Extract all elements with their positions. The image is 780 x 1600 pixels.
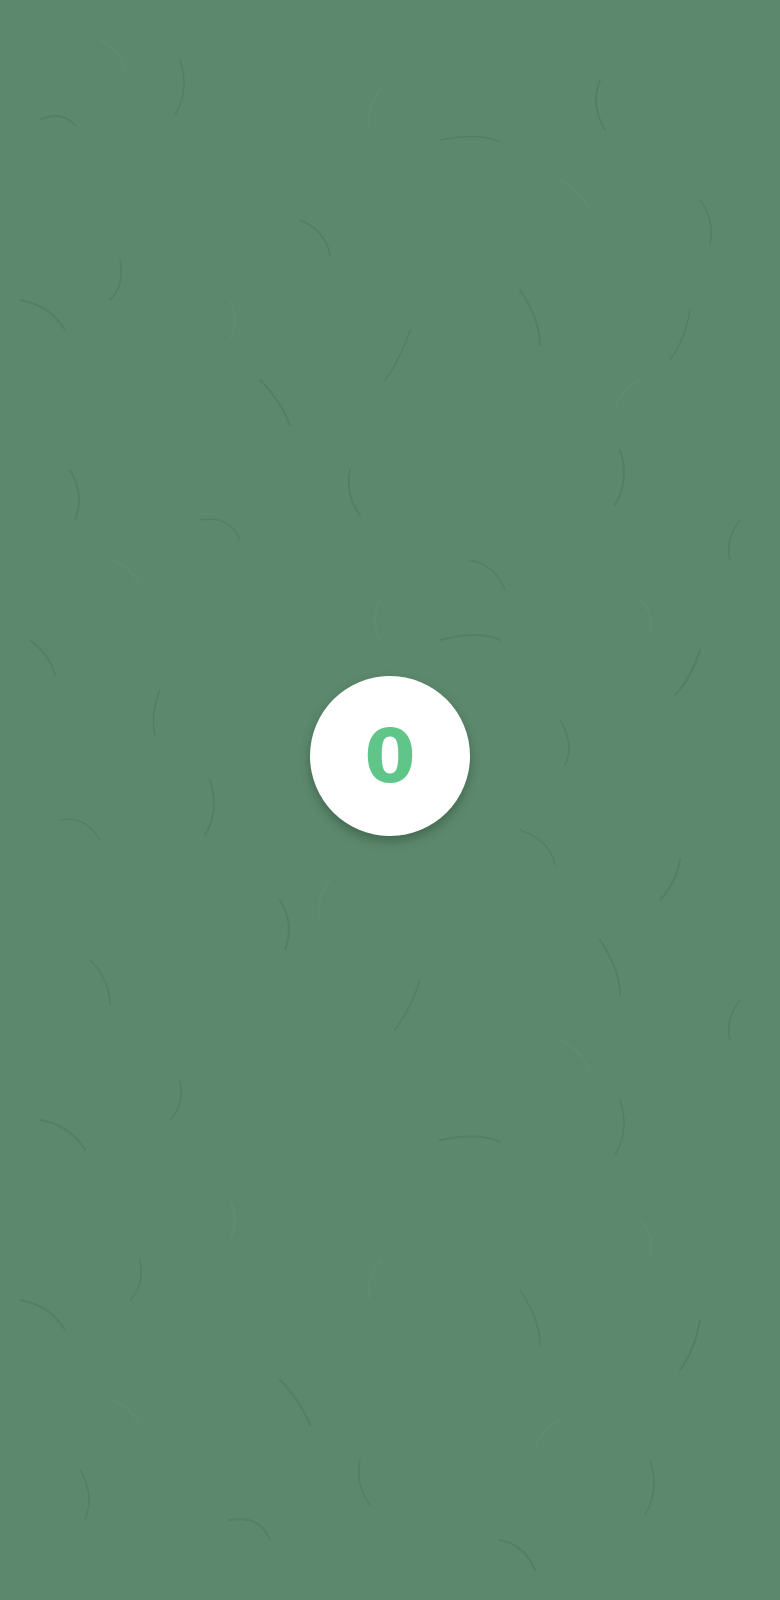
counter-value: 0 (364, 714, 416, 800)
counter-screen: 0 (0, 0, 780, 1600)
counter-button[interactable]: 0 (310, 676, 470, 836)
